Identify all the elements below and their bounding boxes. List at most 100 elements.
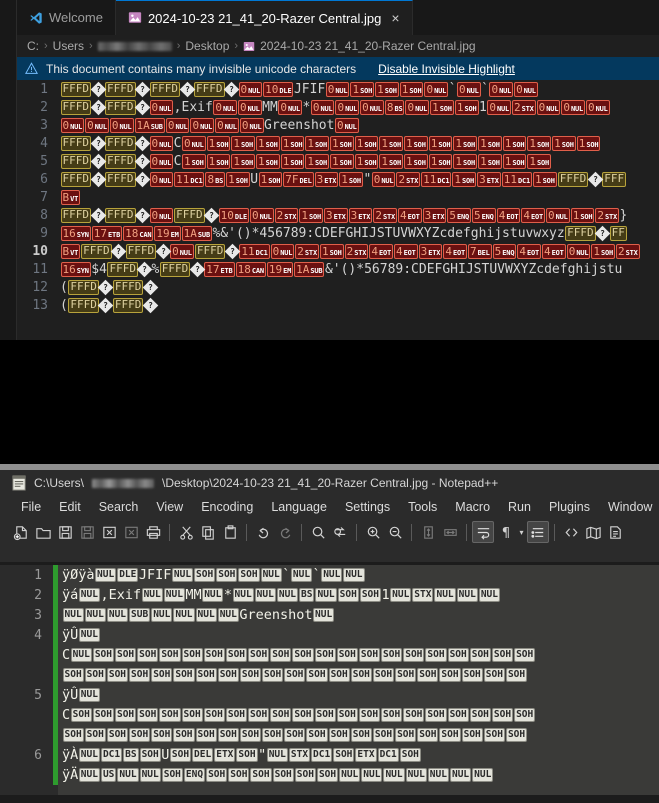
editor-line[interactable]: 6 ÿÀ NUL DC1 BS SOH U SOH DEL ETX SOH " NUL STX DC1 SOH… <box>0 745 659 765</box>
open-file-icon[interactable] <box>32 521 54 543</box>
vscode-activity-bar[interactable] <box>0 0 17 340</box>
tab-razer-central-jpg[interactable]: 2024-10-23 21_41_20-Razer Central.jpg × <box>115 0 413 35</box>
control-char-box: 1 SOH <box>226 171 250 187</box>
menu-item-tools[interactable]: Tools <box>399 498 446 516</box>
breadcrumb-item-desktop[interactable]: Desktop <box>185 39 229 53</box>
function-list-icon[interactable] <box>604 521 626 543</box>
toolbar-separator <box>466 523 467 541</box>
menu-item-search[interactable]: Search <box>90 498 148 516</box>
cut-icon[interactable] <box>175 521 197 543</box>
control-char-badge: NUL <box>290 568 313 582</box>
editor-line[interactable]: C NUL SOH SOH SOH SOH SOH SOH SOH SOH SOH SOH SOH SOH… <box>0 645 659 665</box>
menu-item-settings[interactable]: Settings <box>336 498 399 516</box>
word-wrap-icon[interactable] <box>472 521 494 543</box>
indent-guide-icon[interactable] <box>527 521 549 543</box>
dropdown-arrow-icon[interactable]: ▾ <box>516 521 527 543</box>
breadcrumb-item-username-redacted[interactable] <box>97 41 172 51</box>
editor-line[interactable]: 13(FFFD? FFFD? <box>17 296 659 314</box>
replace-icon[interactable] <box>329 521 351 543</box>
menu-item-macro[interactable]: Macro <box>446 498 499 516</box>
editor-line[interactable]: 5 FFFD? FFFD? 0 NUL C 1 SOH 1 SOH 1 SOH 1 SOH 1 SOH 1 SOH… <box>17 152 659 170</box>
editor-line[interactable]: 4 FFFD? FFFD? 0 NUL C 0 NUL 1 SOH 1 SOH 1 SOH 1 SOH 1 SOH… <box>17 134 659 152</box>
control-char-box: 5 ENQ <box>447 207 472 223</box>
menu-item-language[interactable]: Language <box>262 498 336 516</box>
close-all-icon[interactable] <box>120 521 142 543</box>
menu-item-window[interactable]: Window <box>599 498 659 516</box>
paste-icon[interactable] <box>219 521 241 543</box>
editor-line[interactable]: 2 ÿá NUL ,Exif NUL NUL MM NUL * NUL NUL NUL BS NUL SOH… <box>0 585 659 605</box>
menu-item-run[interactable]: Run <box>499 498 540 516</box>
line-number: 4 <box>40 135 48 151</box>
new-file-icon[interactable] <box>10 521 32 543</box>
user-defined-language-icon[interactable] <box>560 521 582 543</box>
show-all-characters-icon[interactable]: ¶ <box>494 521 516 543</box>
control-char-badge: SOH <box>469 708 491 722</box>
close-icon[interactable]: × <box>391 11 399 25</box>
breadcrumb-item-users[interactable]: Users <box>53 39 84 53</box>
editor-line[interactable]: ÿÄ NUL US NUL NUL SOH ENQ SOH SOH SOH SOH SOH SOH NUL… <box>0 765 659 785</box>
editor-line[interactable]: 9 16 SYN 17 ETB 18 CAN 19 EM 1A SUB %&'()*456789:CD… <box>17 224 659 242</box>
editor-line[interactable]: 3 0 NUL 0 NUL 0 NUL 1A SUB 0 NUL 0 NUL 0 NUL 0 NUL Greens… <box>17 116 659 134</box>
toolbar-separator <box>301 523 302 541</box>
editor-line[interactable]: 2 FFFD? FFFD? 0 NUL ,Exif 0 NUL 0 NUL MM 0 NUL * 0 NUL 0… <box>17 98 659 116</box>
control-char-badge: SOH <box>181 708 203 722</box>
replacement-char-icon: ? <box>90 99 106 115</box>
control-char-box: 1 SOH <box>231 135 256 151</box>
zoom-in-icon[interactable] <box>362 521 384 543</box>
control-char-badge: SOH <box>461 668 483 682</box>
editor-line[interactable]: 8 FFFD? FFFD? 0 NUL FFFD? 10 DLE 0 NUL 2 STX 1 SOH 3 ET… <box>17 206 659 224</box>
control-char-box: 1 SOH <box>299 207 323 223</box>
print-icon[interactable] <box>142 521 164 543</box>
control-char-badge: SOH <box>306 668 328 682</box>
control-char-badge: NUL <box>339 768 361 782</box>
plain-text: ` <box>312 567 321 583</box>
breadcrumb-item-drive[interactable]: C: <box>27 39 39 53</box>
editor-line[interactable]: 4 ÿÛ NUL <box>0 625 659 645</box>
find-icon[interactable] <box>307 521 329 543</box>
control-char-badge: SOH <box>399 748 421 762</box>
editor-line[interactable]: 11 16 SYN $4 FFFD?% FFFD? 17 ETB 18 CAN 19 EM 1A SUB &… <box>17 260 659 278</box>
close-file-icon[interactable] <box>98 521 120 543</box>
editor-line[interactable]: SOH SOH SOH SOH SOH SOH SOH SOH SOH SOH SOH SOH SOH S… <box>0 725 659 745</box>
disable-invisible-highlight-link[interactable]: Disable Invisible Highlight <box>378 62 515 76</box>
editor-line[interactable]: 12(FFFD? FFFD? <box>17 278 659 296</box>
document-map-icon[interactable] <box>582 521 604 543</box>
control-char-box: 1 SOH <box>478 135 502 151</box>
breadcrumb-item-file[interactable]: 2024-10-23 21_41_20-Razer Central.jpg <box>260 39 475 53</box>
editor-line[interactable]: 1 FFFD? FFFD? FFFD? FFFD? 0 NUL 10 DLE JFIF 0 NUL 1 S… <box>17 80 659 98</box>
editor-line[interactable]: SOH SOH SOH SOH SOH SOH SOH SOH SOH SOH SOH SOH SOH S… <box>0 665 659 685</box>
control-char-box: 11 DC1 <box>174 171 205 187</box>
editor-line[interactable]: 1 ÿØÿà NUL DLE JFIF NUL SOH SOH SOH NUL ` NUL ` NUL NU… <box>0 565 659 585</box>
save-icon[interactable] <box>54 521 76 543</box>
menu-item-plugins[interactable]: Plugins <box>540 498 599 516</box>
menu-item-file[interactable]: File <box>12 498 50 516</box>
notepadpp-editor[interactable]: 1 ÿØÿà NUL DLE JFIF NUL SOH SOH SOH NUL ` NUL ` NUL NU… <box>0 565 659 803</box>
sync-horizontal-scroll-icon[interactable] <box>439 521 461 543</box>
editor-line[interactable]: 7 B VT <box>17 188 659 206</box>
undo-icon[interactable] <box>252 521 274 543</box>
editor-line[interactable]: 3 NUL NUL NUL SUB NUL NUL NUL NUL Greenshot NUL <box>0 605 659 625</box>
control-char-box: 2 STX <box>373 207 397 223</box>
menu-item-view[interactable]: View <box>147 498 192 516</box>
save-all-icon[interactable] <box>76 521 98 543</box>
control-char-badge: NUL <box>117 768 139 782</box>
sync-vertical-scroll-icon[interactable] <box>417 521 439 543</box>
menu-item-edit[interactable]: Edit <box>50 498 90 516</box>
control-char-badge: NUL <box>456 588 478 602</box>
zoom-out-icon[interactable] <box>384 521 406 543</box>
editor-line[interactable]: 5 ÿÛ NUL <box>0 685 659 705</box>
tab-welcome[interactable]: Welcome <box>17 0 116 35</box>
redo-icon[interactable] <box>274 521 296 543</box>
editor-line[interactable]: 6 FFFD? FFFD? 0 NUL 11 DC1 8 BS 1 SOH U 1 SOH 7F DEL 3 ET… <box>17 170 659 188</box>
editor-line[interactable]: 10 B VT FFFD? FFFD? 0 NUL FFFD? 11 DC1 0 NUL 2 STX 1 SO… <box>17 242 659 260</box>
replacement-char-icon: ? <box>134 135 151 151</box>
notepadpp-menu-bar[interactable]: File Edit Search View Encoding Language Settin… <box>0 496 659 518</box>
control-char-badge: NUL <box>478 588 500 602</box>
menu-item-encoding[interactable]: Encoding <box>192 498 262 516</box>
control-char-badge: SOH <box>381 708 403 722</box>
toolbar-separator <box>169 523 170 541</box>
line-content: C SOH SOH SOH SOH SOH SOH SOH SOH SOH SOH SOH SOH SOH… <box>58 705 536 725</box>
copy-icon[interactable] <box>197 521 219 543</box>
vscode-editor[interactable]: 1 FFFD? FFFD? FFFD? FFFD? 0 NUL 10 DLE JFIF 0 NUL 1 S… <box>17 80 659 340</box>
editor-line[interactable]: C SOH SOH SOH SOH SOH SOH SOH SOH SOH SOH SOH SOH SOH… <box>0 705 659 725</box>
